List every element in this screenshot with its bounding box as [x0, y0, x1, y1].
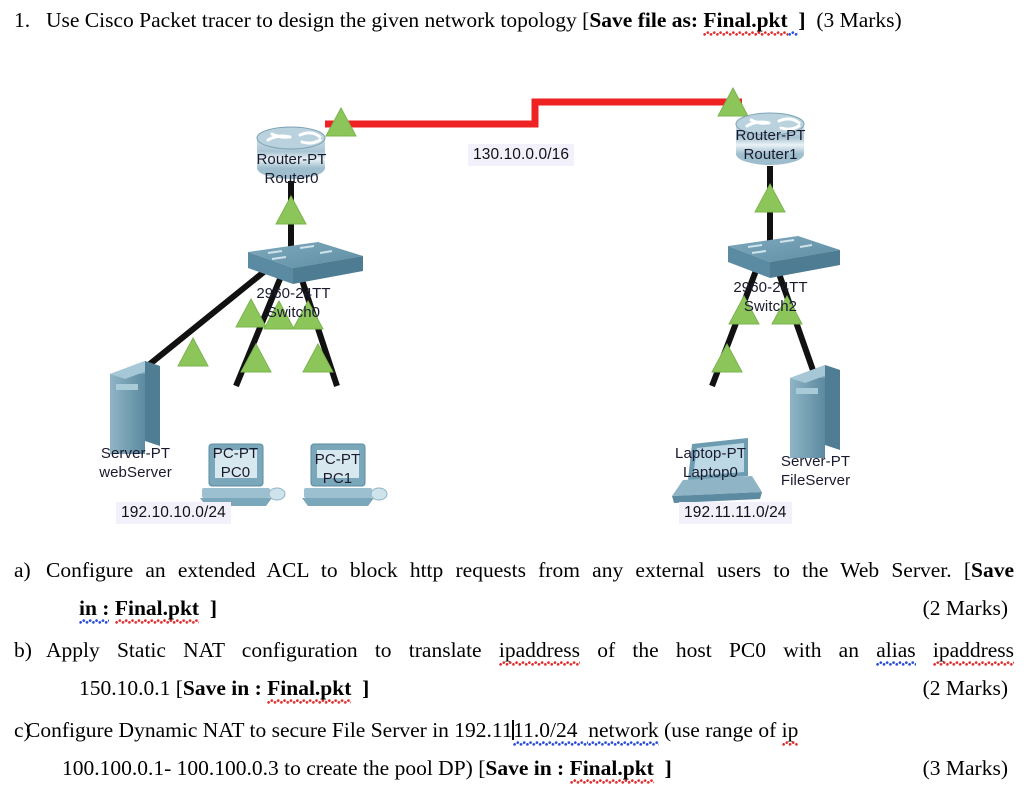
subquestion-c-bracket: ] — [664, 756, 672, 780]
subquestion-b-body: Apply Static NAT configuration to transl… — [46, 631, 1015, 707]
subquestion-a-line2: in : Final.pkt ] (2 Marks) — [79, 589, 1014, 627]
subquestion-b-alias-ip: 150.10.0.1 [ — [79, 676, 183, 700]
label-router1-model: Router-PT — [735, 127, 806, 144]
device-switch0[interactable] — [248, 242, 363, 284]
label-switch0-model: 2960-24TT — [256, 285, 331, 302]
subquestion-b-ipaddress-1: ipaddress — [498, 638, 581, 666]
link-router0-router1-serial — [325, 98, 742, 128]
subquestion-c-save-in: Save in : — [485, 756, 565, 780]
subquestion-c-text-d: (use range of — [664, 718, 777, 742]
subquestion-a-in-word: in : — [79, 596, 110, 624]
network-label-wan: 130.10.0.0/16 — [468, 144, 575, 166]
subquestion-b-save-in: Save in : — [182, 676, 262, 700]
label-router0-model: Router-PT — [256, 151, 327, 168]
link-status-up-icon — [711, 342, 743, 373]
subquestion-b-ipaddress-2: ipaddress — [932, 638, 1015, 666]
subquestion-a-label: a) — [14, 558, 31, 582]
label-fileserver-name: FileServer — [780, 472, 851, 489]
subquestion-c-body: Configure Dynamic NAT to secure File Ser… — [26, 711, 1014, 787]
label-switch0-name: Switch0 — [266, 304, 321, 321]
subquestion-c-pool-range: 100.100.0.1- 100.100.0.3 to create the p… — [62, 756, 486, 780]
subquestion-b-filename: Final.pkt — [267, 676, 352, 704]
subquestion-b-marks: (2 Marks) — [922, 676, 1008, 700]
subquestion-c-subnet: 11.0/24 — [513, 718, 578, 746]
subquestion-c-text-a: Configure Dynamic NAT to secure File Ser… — [26, 718, 513, 742]
label-router1-name: Router1 — [743, 146, 798, 163]
network-label-right-lan: 192.11.11.0/24 — [679, 502, 792, 524]
label-router1: Router-PT Router1 — [693, 126, 848, 164]
subquestion-b-text-b: of the host PC0 with an — [597, 638, 859, 662]
question-1-spell-gap — [787, 8, 799, 36]
question-1-number: 1. — [14, 8, 31, 32]
label-router0-name: Router0 — [264, 170, 319, 187]
subquestion-c: c) Configure Dynamic NAT to secure File … — [14, 711, 1014, 787]
subquestion-a-marks: (2 Marks) — [922, 596, 1008, 620]
link-status-up-icon — [177, 336, 209, 367]
subquestion-a-save-word: Save — [971, 558, 1014, 582]
question-1: 1. Use Cisco Packet tracer to design the… — [14, 6, 1014, 34]
subquestion-b-label: b) — [14, 638, 32, 662]
label-switch2-name: Switch2 — [743, 298, 798, 315]
subquestion-b: b) Apply Static NAT configuration to tra… — [14, 631, 1015, 707]
question-1-bracket: ] — [798, 8, 806, 32]
subquestion-c-gap-1 — [577, 718, 589, 746]
question-1-save-label: Save file as: — [589, 8, 699, 32]
subquestion-c-marks: (3 Marks) — [922, 756, 1008, 780]
label-fileserver: Server-PT FileServer — [738, 452, 893, 490]
document-page: 1. Use Cisco Packet tracer to design the… — [0, 0, 1024, 796]
subquestion-a-body: Configure an extended ACL to block http … — [46, 551, 1014, 627]
label-switch2-model: 2960-24TT — [733, 279, 808, 296]
question-1-filename: Final.pkt — [703, 8, 788, 36]
label-fileserver-model: Server-PT — [780, 453, 851, 470]
device-switch2[interactable] — [728, 236, 840, 278]
subquestion-a: a) Configure an extended ACL to block ht… — [14, 551, 1014, 627]
subquestion-b-line2: 150.10.0.1 [Save in : Final.pkt ] (2 Mark… — [79, 669, 1014, 707]
subquestion-b-bracket: ] — [362, 676, 370, 700]
subquestion-b-text-a: Apply Static NAT configuration to transl… — [46, 638, 482, 662]
network-label-left-lan: 192.10.10.0/24 — [116, 502, 231, 524]
question-1-lead: Use Cisco Packet tracer to design the gi… — [46, 8, 590, 32]
subquestion-a-line1-text: Configure an extended ACL to block http … — [46, 558, 971, 582]
subquestion-a-filename: Final.pkt — [114, 596, 200, 624]
network-topology-diagram: Router-PT Router0 Router-PT Router1 2960… — [0, 56, 1024, 536]
subquestion-b-alias: alias — [876, 638, 916, 666]
subquestion-c-line2: 100.100.0.1- 100.100.0.3 to create the p… — [62, 749, 1014, 787]
device-webserver[interactable] — [110, 361, 160, 454]
label-pc1-name: PC1 — [322, 470, 353, 487]
question-1-text: Use Cisco Packet tracer to design the gi… — [46, 6, 1014, 34]
subquestion-c-line1: Configure Dynamic NAT to secure File Ser… — [26, 711, 1014, 749]
label-router0: Router-PT Router0 — [214, 150, 369, 188]
subquestion-a-bracket: ] — [209, 596, 218, 620]
label-switch0: 2960-24TT Switch0 — [216, 284, 371, 322]
subquestion-c-network-word: network — [588, 718, 659, 746]
link-status-up-icon — [754, 182, 786, 213]
label-pc1: PC-PT PC1 — [260, 450, 415, 488]
question-1-marks: (3 Marks) — [816, 8, 902, 32]
subquestion-c-ip-word: ip — [781, 718, 799, 746]
subquestion-a-line1: Configure an extended ACL to block http … — [46, 551, 1014, 589]
subquestion-c-filename: Final.pkt — [569, 756, 654, 784]
device-fileserver[interactable] — [790, 365, 840, 458]
subquestion-b-line1: Apply Static NAT configuration to transl… — [46, 631, 1015, 669]
label-pc1-model: PC-PT — [314, 451, 361, 468]
link-status-up-icon — [275, 194, 307, 225]
label-switch2: 2960-24TT Switch2 — [693, 278, 848, 316]
subquestion-c-label: c) — [14, 718, 31, 742]
